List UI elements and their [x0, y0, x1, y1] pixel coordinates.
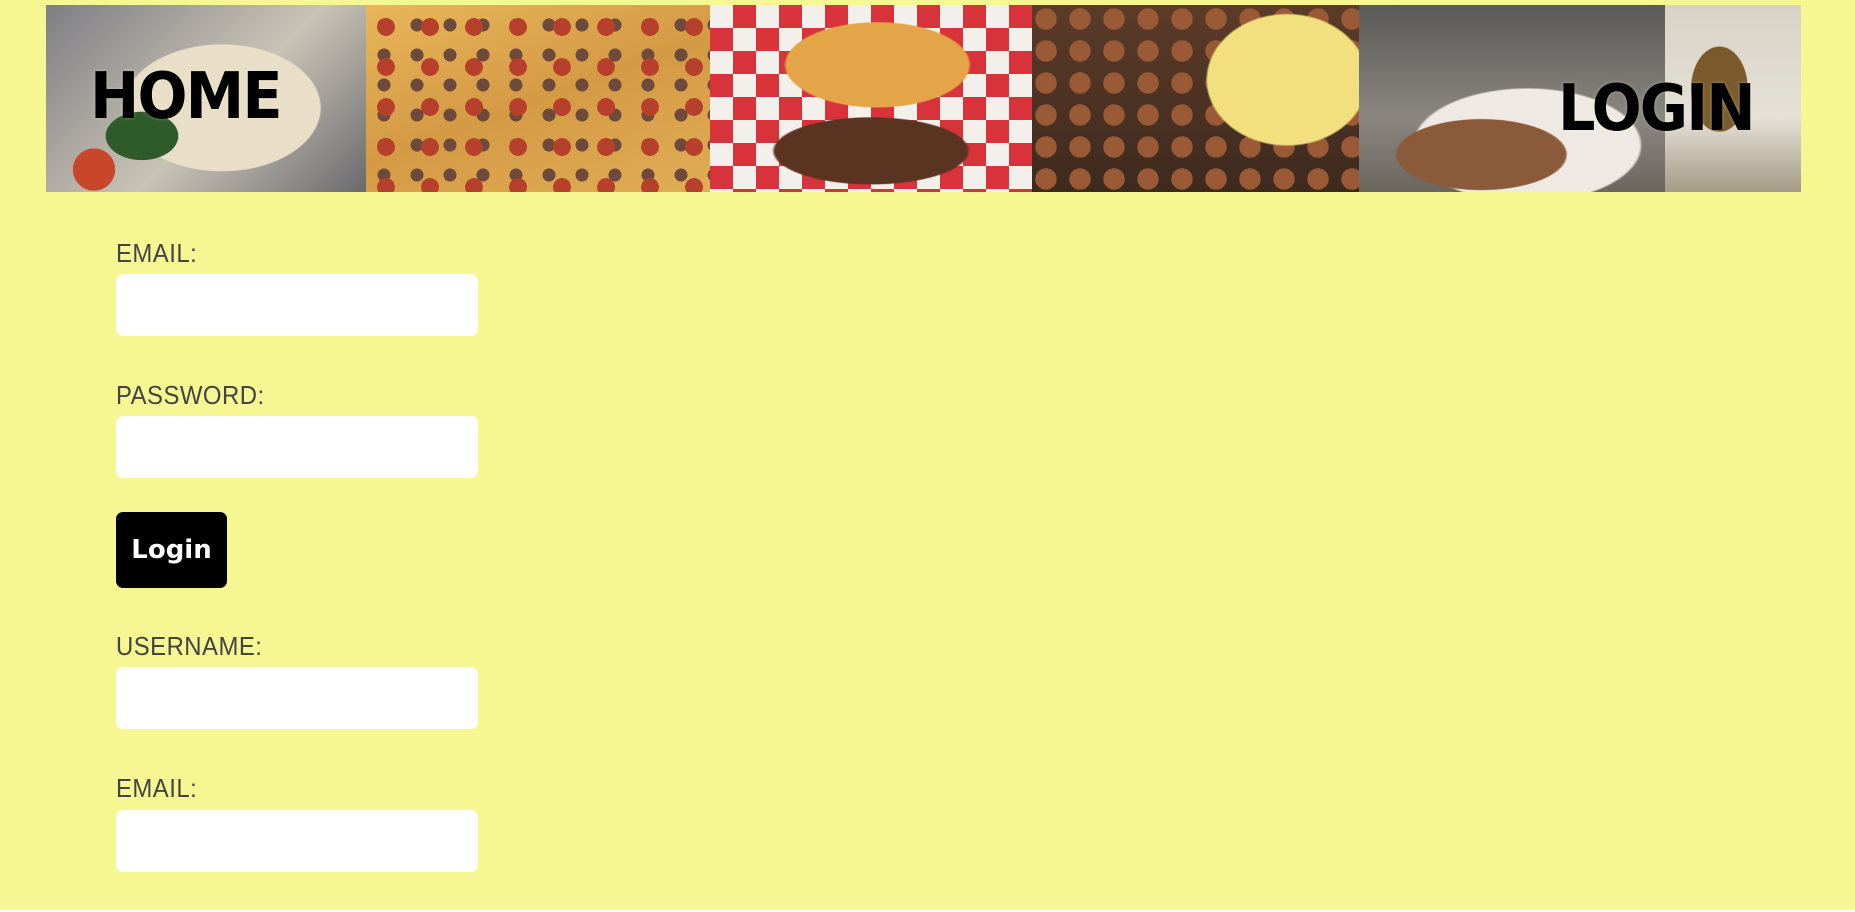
- signup-email-label: EMAIL:: [116, 773, 198, 803]
- nav-login-link[interactable]: LOGIN: [1558, 72, 1756, 146]
- login-button[interactable]: Login: [116, 512, 227, 588]
- banner-image-breakfast: [1032, 5, 1359, 192]
- banner-image-sandwich: [710, 5, 1032, 192]
- food-banner: [46, 5, 1801, 192]
- login-email-label: EMAIL:: [116, 238, 198, 268]
- signup-username-field[interactable]: [116, 667, 478, 729]
- login-password-label: PASSWORD:: [116, 380, 265, 410]
- page: HOME LOGIN EMAIL: PASSWORD: Login USERNA…: [0, 0, 1855, 912]
- login-email-field[interactable]: [116, 274, 478, 336]
- login-password-field[interactable]: [116, 416, 478, 478]
- nav-home-link[interactable]: HOME: [90, 60, 283, 134]
- signup-username-label: USERNAME:: [116, 631, 263, 661]
- banner-image-pizza: [366, 5, 710, 192]
- signup-email-field[interactable]: [116, 810, 478, 872]
